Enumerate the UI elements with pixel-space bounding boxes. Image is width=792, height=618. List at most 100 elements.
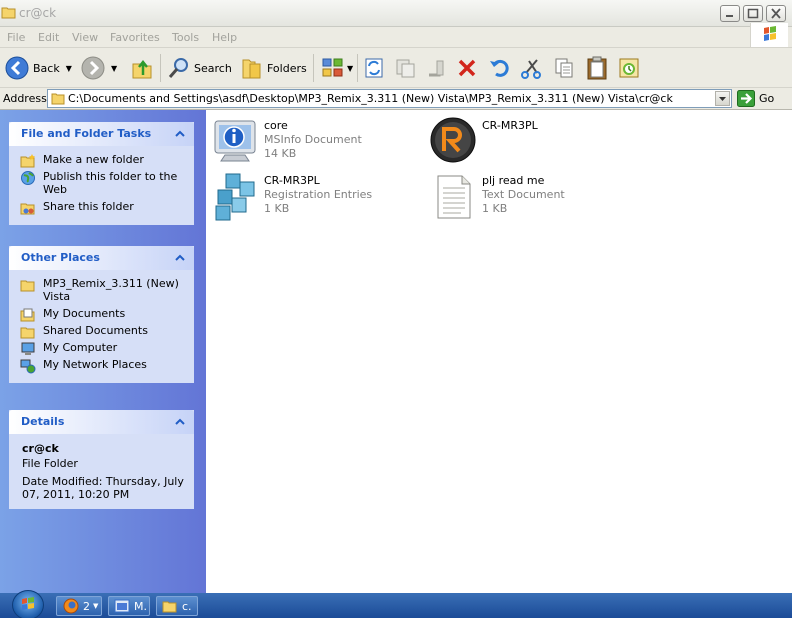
maximize-icon — [747, 8, 759, 19]
folder-icon — [162, 601, 177, 613]
collapse-chevron-icon[interactable] — [172, 126, 188, 142]
views-icon — [322, 58, 343, 77]
back-dropdown-icon[interactable]: ▼ — [66, 64, 72, 73]
window-title: cr@ck — [19, 6, 57, 20]
up-folder-button[interactable] — [131, 54, 153, 82]
other-places-header[interactable]: Other Places — [9, 246, 194, 270]
delete-button[interactable] — [456, 54, 478, 82]
address-input[interactable]: C:\Documents and Settings\asdf\Desktop\M… — [47, 89, 732, 108]
file-folder-tasks-panel: File and Folder Tasks Make a new folder … — [9, 122, 194, 225]
forward-arrow-icon — [81, 56, 105, 80]
task-make-new-folder[interactable]: Make a new folder — [20, 153, 188, 168]
details-header[interactable]: Details — [9, 410, 194, 434]
panel-title: File and Folder Tasks — [21, 127, 152, 140]
file-size: 1 KB — [264, 202, 290, 215]
chevron-down-icon — [719, 97, 726, 101]
search-label: Search — [194, 61, 232, 75]
minimize-button[interactable] — [720, 5, 740, 22]
new-folder-icon — [20, 154, 35, 168]
place-parent-folder[interactable]: MP3_Remix_3.311 (New) Vista — [20, 277, 188, 303]
up-folder-icon — [132, 59, 152, 79]
windows-logo — [750, 23, 788, 47]
collapse-chevron-icon[interactable] — [172, 414, 188, 430]
menu-edit[interactable]: Edit — [38, 31, 59, 44]
file-item[interactable]: core MSInfo Document 14 KB — [212, 117, 422, 167]
maximize-button[interactable] — [743, 5, 763, 22]
file-type: MSInfo Document — [264, 133, 362, 146]
forward-dropdown-icon[interactable]: ▼ — [111, 64, 117, 73]
cut-button[interactable] — [520, 54, 542, 82]
minimize-icon — [726, 15, 733, 17]
collapse-chevron-icon[interactable] — [172, 250, 188, 266]
task-publish-to-web[interactable]: Publish this folder to the Web — [20, 170, 188, 196]
place-my-network-places[interactable]: My Network Places — [20, 358, 188, 374]
properties-button[interactable] — [617, 54, 641, 82]
file-name: plj read me — [482, 174, 545, 187]
file-size: 14 KB — [264, 147, 297, 160]
file-size: 1 KB — [482, 202, 508, 215]
panel-title: Details — [21, 415, 65, 428]
go-button[interactable]: Go — [737, 90, 774, 107]
paste-button[interactable] — [585, 54, 609, 82]
file-folder-tasks-header[interactable]: File and Folder Tasks — [9, 122, 194, 146]
toolbar: Back ▼ ▼ Search Folders ▼ — [0, 48, 792, 88]
file-item[interactable]: CR-MR3PL Registration Entries 1 KB — [212, 172, 422, 222]
search-icon — [168, 58, 188, 78]
sync-icon — [365, 58, 383, 78]
views-dropdown-icon[interactable]: ▼ — [347, 64, 353, 73]
undo-button[interactable] — [488, 54, 510, 82]
taskbar-explorer[interactable]: c. — [156, 596, 198, 616]
folders-label: Folders — [267, 61, 307, 75]
place-my-computer[interactable]: My Computer — [20, 341, 188, 355]
text-document-icon — [437, 175, 471, 219]
msinfo-icon — [214, 120, 256, 162]
task-label: Publish this folder to the Web — [43, 170, 178, 196]
start-button[interactable] — [12, 590, 44, 618]
place-shared-documents[interactable]: Shared Documents — [20, 324, 188, 339]
task-label: Share this folder — [43, 200, 134, 213]
menu-help[interactable]: Help — [212, 31, 237, 44]
place-my-documents[interactable]: My Documents — [20, 307, 188, 322]
taskbar-label: M. — [134, 599, 147, 613]
move-to-button[interactable] — [394, 54, 416, 82]
firefox-icon — [63, 598, 79, 614]
taskbar-label: c. — [182, 599, 192, 613]
sync-button[interactable] — [363, 54, 385, 82]
task-pane: File and Folder Tasks Make a new folder … — [0, 110, 206, 593]
address-path: C:\Documents and Settings\asdf\Desktop\M… — [68, 92, 673, 105]
address-bar: Address C:\Documents and Settings\asdf\D… — [0, 88, 792, 110]
panel-title: Other Places — [21, 251, 100, 264]
file-item[interactable]: CR-MR3PL — [430, 117, 640, 167]
shared-folder-icon — [20, 327, 35, 339]
views-button[interactable]: ▼ — [321, 54, 353, 82]
place-label: My Network Places — [43, 358, 147, 371]
taskbar-firefox-group[interactable]: 2 ▼ — [56, 596, 102, 616]
copy-to-button[interactable] — [425, 54, 447, 82]
folders-button[interactable]: Folders — [241, 54, 307, 82]
registry-icon — [215, 173, 255, 221]
close-button[interactable] — [766, 5, 786, 22]
task-share-folder[interactable]: Share this folder — [20, 200, 188, 215]
forward-button[interactable]: ▼ — [81, 54, 117, 82]
details-name: cr@ck — [22, 442, 59, 455]
taskbar-window[interactable]: M. — [108, 596, 150, 616]
menu-favorites[interactable]: Favorites — [110, 31, 160, 44]
file-type: Registration Entries — [264, 188, 373, 201]
search-button[interactable]: Search — [168, 54, 232, 82]
menu-view[interactable]: View — [72, 31, 98, 44]
address-dropdown-button[interactable] — [715, 91, 730, 106]
place-label: MP3_Remix_3.311 (New) Vista — [43, 277, 179, 303]
delete-icon — [458, 59, 476, 77]
details-type: File Folder — [22, 457, 78, 470]
properties-icon — [619, 58, 639, 78]
file-type: Text Document — [482, 188, 565, 201]
window-app-icon — [114, 599, 130, 613]
file-item[interactable]: plj read me Text Document 1 KB — [430, 172, 640, 222]
copy-button[interactable] — [553, 54, 575, 82]
go-label: Go — [759, 92, 775, 105]
menu-file[interactable]: File — [7, 31, 25, 44]
back-button[interactable]: Back ▼ — [5, 54, 72, 82]
paste-icon — [587, 56, 607, 80]
app-r-icon — [430, 117, 476, 163]
menu-tools[interactable]: Tools — [172, 31, 199, 44]
